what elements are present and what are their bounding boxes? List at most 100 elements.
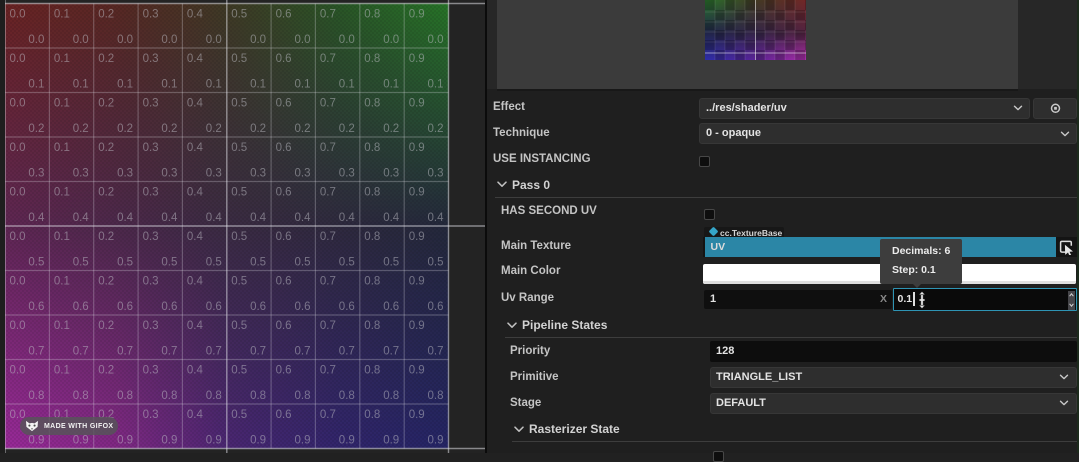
svg-text:0.4: 0.4 <box>28 212 45 224</box>
svg-text:0.9: 0.9 <box>409 98 425 110</box>
svg-text:0.7: 0.7 <box>320 142 336 154</box>
svg-text:0.9: 0.9 <box>409 53 425 65</box>
svg-text:0.5: 0.5 <box>295 257 311 269</box>
svg-text:0.6: 0.6 <box>276 320 292 332</box>
svg-text:0.6: 0.6 <box>117 301 133 313</box>
svg-text:0.1: 0.1 <box>161 79 177 91</box>
svg-text:0.5: 0.5 <box>231 409 247 421</box>
svg-text:0.9: 0.9 <box>339 435 355 447</box>
svg-text:0.0: 0.0 <box>10 9 26 21</box>
svg-text:0.2: 0.2 <box>98 320 114 332</box>
svg-text:0.4: 0.4 <box>383 212 400 224</box>
svg-text:0.5: 0.5 <box>231 231 247 243</box>
svg-text:0.4: 0.4 <box>295 212 312 224</box>
svg-text:0.6: 0.6 <box>339 301 355 313</box>
svg-text:0.9: 0.9 <box>28 435 44 447</box>
svg-text:0.6: 0.6 <box>383 301 399 313</box>
svg-text:0.5: 0.5 <box>231 53 247 65</box>
svg-text:0.2: 0.2 <box>98 142 114 154</box>
svg-text:0.9: 0.9 <box>295 435 311 447</box>
svg-text:0.5: 0.5 <box>231 365 247 377</box>
svg-text:0.7: 0.7 <box>73 346 89 358</box>
svg-text:0.8: 0.8 <box>364 142 380 154</box>
svg-text:0.9: 0.9 <box>206 435 222 447</box>
svg-text:0.0: 0.0 <box>10 320 26 332</box>
svg-text:0.5: 0.5 <box>161 257 177 269</box>
svg-text:0.3: 0.3 <box>428 168 444 180</box>
svg-text:0.8: 0.8 <box>295 390 311 402</box>
svg-text:0.3: 0.3 <box>143 276 159 288</box>
svg-text:0.2: 0.2 <box>206 123 222 135</box>
svg-text:0.9: 0.9 <box>161 435 177 447</box>
svg-text:0.9: 0.9 <box>117 435 133 447</box>
svg-text:0.0: 0.0 <box>206 34 222 46</box>
svg-text:0.3: 0.3 <box>143 53 159 65</box>
svg-text:0.7: 0.7 <box>428 346 444 358</box>
svg-text:0.0: 0.0 <box>10 53 26 65</box>
svg-text:0.4: 0.4 <box>161 212 178 224</box>
svg-text:0.8: 0.8 <box>364 231 380 243</box>
svg-text:0.5: 0.5 <box>428 257 444 269</box>
svg-text:0.4: 0.4 <box>187 187 204 199</box>
svg-text:0.0: 0.0 <box>28 34 44 46</box>
svg-text:0.7: 0.7 <box>320 276 336 288</box>
svg-text:0.6: 0.6 <box>276 409 292 421</box>
svg-text:0.6: 0.6 <box>276 142 292 154</box>
svg-text:0.8: 0.8 <box>364 98 380 110</box>
svg-text:0.4: 0.4 <box>187 276 204 288</box>
svg-text:0.6: 0.6 <box>276 98 292 110</box>
svg-text:0.7: 0.7 <box>28 346 44 358</box>
svg-text:0.8: 0.8 <box>161 390 177 402</box>
svg-text:0.8: 0.8 <box>250 390 266 402</box>
svg-text:0.5: 0.5 <box>231 98 247 110</box>
svg-text:0.1: 0.1 <box>54 98 70 110</box>
svg-text:0.2: 0.2 <box>117 123 133 135</box>
svg-text:0.6: 0.6 <box>276 187 292 199</box>
svg-text:0.4: 0.4 <box>117 212 134 224</box>
svg-text:0.6: 0.6 <box>295 301 311 313</box>
svg-text:0.3: 0.3 <box>383 168 399 180</box>
svg-text:0.0: 0.0 <box>10 142 26 154</box>
svg-text:0.7: 0.7 <box>320 365 336 377</box>
svg-text:0.1: 0.1 <box>54 187 70 199</box>
svg-text:0.7: 0.7 <box>295 346 311 358</box>
svg-text:0.1: 0.1 <box>54 276 70 288</box>
svg-text:0.4: 0.4 <box>187 365 204 377</box>
svg-text:0.6: 0.6 <box>73 301 89 313</box>
svg-text:0.8: 0.8 <box>364 365 380 377</box>
svg-text:0.7: 0.7 <box>320 231 336 243</box>
svg-text:0.2: 0.2 <box>98 9 114 21</box>
svg-text:0.2: 0.2 <box>98 98 114 110</box>
svg-text:0.1: 0.1 <box>54 320 70 332</box>
svg-text:0.4: 0.4 <box>187 98 204 110</box>
svg-text:0.0: 0.0 <box>10 231 26 243</box>
svg-text:0.2: 0.2 <box>73 123 89 135</box>
svg-text:0.3: 0.3 <box>73 168 89 180</box>
svg-text:0.7: 0.7 <box>383 346 399 358</box>
svg-text:0.7: 0.7 <box>206 346 222 358</box>
svg-text:0.5: 0.5 <box>231 142 247 154</box>
svg-text:0.0: 0.0 <box>250 34 266 46</box>
svg-text:0.0: 0.0 <box>339 34 355 46</box>
svg-text:0.2: 0.2 <box>98 53 114 65</box>
svg-text:0.9: 0.9 <box>73 435 89 447</box>
svg-text:0.3: 0.3 <box>143 409 159 421</box>
svg-text:0.1: 0.1 <box>206 79 222 91</box>
svg-text:0.9: 0.9 <box>409 409 425 421</box>
svg-text:0.6: 0.6 <box>428 301 444 313</box>
svg-text:0.3: 0.3 <box>161 168 177 180</box>
svg-text:0.4: 0.4 <box>187 9 204 21</box>
svg-text:0.7: 0.7 <box>320 409 336 421</box>
svg-text:0.4: 0.4 <box>428 212 445 224</box>
svg-text:0.9: 0.9 <box>383 435 399 447</box>
svg-text:0.1: 0.1 <box>117 79 133 91</box>
svg-text:0.1: 0.1 <box>54 231 70 243</box>
svg-text:0.8: 0.8 <box>383 390 399 402</box>
svg-text:0.3: 0.3 <box>143 9 159 21</box>
svg-text:0.7: 0.7 <box>320 98 336 110</box>
svg-text:0.1: 0.1 <box>54 9 70 21</box>
svg-text:0.5: 0.5 <box>73 257 89 269</box>
svg-text:0.6: 0.6 <box>161 301 177 313</box>
svg-text:0.8: 0.8 <box>364 276 380 288</box>
svg-text:0.9: 0.9 <box>409 231 425 243</box>
